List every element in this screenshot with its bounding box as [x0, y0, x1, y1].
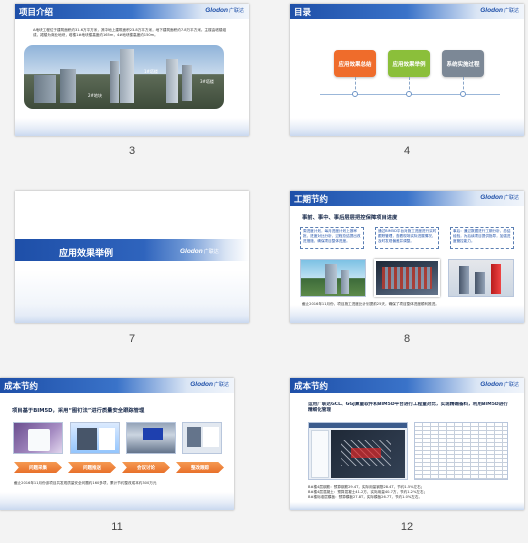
- slide-thumbnail-8[interactable]: 工期节约 Glodon广联达 事前、事中、事后层层把控保障项目进度 周进度计划，…: [290, 191, 524, 323]
- slide-title: 成本节约: [4, 381, 39, 391]
- brand-logo: Glodon广联达: [190, 381, 229, 388]
- slide-body-text: A地块工程位于建筑面积约31.6万平方米，其中地上建筑面积23.8万平方米，地下…: [33, 28, 227, 38]
- slide-thumbnail-3[interactable]: 项目介绍 Glodon广联达 A地块工程位于建筑面积约31.6万平方米，其中地上…: [15, 4, 249, 136]
- screenshot-rectification-tracking: [182, 422, 222, 454]
- screenshot-schedule-analysis: [448, 259, 514, 297]
- photo-issue-capture: [13, 422, 63, 454]
- agenda-dot: [352, 91, 358, 97]
- step-issue-capture: 问题采集: [14, 462, 62, 473]
- slide-thumbnail-4[interactable]: 目录 Glodon广联达 应用效果总结 应用效果举例 系统实施过程: [290, 4, 524, 136]
- slide-title: 成本节约: [294, 381, 329, 391]
- slide-subtitle: 运用广联达GCL、GGJ算量软件和BIM5D平台进行工程量对比，实现精确备料，利…: [308, 402, 508, 414]
- slide-footer-decoration: [15, 305, 249, 323]
- slide-footer-decoration: [290, 502, 524, 510]
- tower-label: 1#塔楼: [144, 69, 158, 74]
- step-rectification: 整改跟踪: [176, 462, 224, 473]
- slide-footer-text: 截止2016年11月份该项目共发现质量安全问题约160多项，累计节约整改成本约3…: [14, 481, 157, 485]
- brand-logo: Glodon广联达: [480, 7, 519, 14]
- slide-footer-decoration: [290, 305, 524, 323]
- brand-logo: Glodon广联达: [180, 248, 219, 255]
- agenda-dot: [460, 91, 466, 97]
- slide-subtitle: 项目基于BIM5D，采用“图钉法”进行质量安全跟踪管理: [12, 408, 145, 414]
- slide-title: 工期节约: [294, 194, 329, 204]
- agenda-dot: [406, 91, 412, 97]
- process-box-during: 通过BIM5D平台对施工进度进行实时跟踪管理，查看现场实际进展情况，及时发现偏差…: [375, 227, 439, 249]
- agenda-item-process: 系统实施过程: [442, 50, 484, 77]
- slide-number: 4: [403, 145, 411, 157]
- screenshot-progress-tracking: [374, 259, 440, 297]
- slide-subtitle: 事前、事中、事后层层把控保障项目进度: [302, 215, 398, 221]
- slide-number: 11: [111, 521, 123, 533]
- slide-title: 项目介绍: [19, 7, 54, 17]
- section-title: 应用效果举例: [59, 249, 114, 259]
- step-meeting: 会议讨论: [122, 462, 170, 473]
- slide-footer-decoration: [0, 492, 234, 510]
- project-rendering-image: 1#塔楼 3#塔楼 2#地块: [23, 44, 225, 110]
- quantity-comparison-table: [414, 422, 508, 480]
- slide-number: 12: [400, 521, 414, 533]
- brand-logo: Glodon广联达: [480, 381, 519, 388]
- screenshot-issue-push: [70, 422, 120, 454]
- slide-number: 3: [128, 145, 136, 157]
- slide-footer-decoration: [15, 118, 249, 136]
- step-issue-push: 问题推送: [68, 462, 116, 473]
- saving-line: B#楼标准层模板：预算模板27.8T，实际模板26.7T，节约1.0%左右。: [308, 495, 423, 499]
- brand-logo: Glodon广联达: [480, 194, 519, 201]
- agenda-item-examples: 应用效果举例: [388, 50, 430, 77]
- slide-thumbnail-12[interactable]: 成本节约 Glodon广联达 运用广联达GCL、GGJ算量软件和BIM5D平台进…: [290, 378, 524, 510]
- slide-thumbnail-7[interactable]: 应用效果举例 Glodon广联达: [15, 191, 249, 323]
- process-box-after: 事后：通过数据进行工期分析，总结经验，为后续项目提供指导，加强进度管控能力。: [450, 227, 514, 249]
- screenshot-quantity-software: [308, 422, 408, 480]
- process-box-before: 周进度计划，每月进度计划上报审批，进度对比分析，过程总结提出改进措施，确保项目整…: [300, 227, 364, 249]
- screenshot-schedule-model: [300, 259, 366, 297]
- slide-footer-decoration: [290, 118, 524, 136]
- slide-thumbnail-11[interactable]: 成本节约 Glodon广联达 项目基于BIM5D，采用“图钉法”进行质量安全跟踪…: [0, 378, 234, 510]
- slide-number: 8: [403, 333, 411, 345]
- slide-number: 7: [128, 333, 136, 345]
- slide-title: 目录: [294, 7, 312, 17]
- photo-meeting-discussion: [126, 422, 176, 454]
- tower-label: 2#地块: [88, 93, 102, 98]
- tower-label: 3#塔楼: [200, 79, 214, 84]
- agenda-item-summary: 应用效果总结: [334, 50, 376, 77]
- brand-logo: Glodon广联达: [205, 7, 244, 14]
